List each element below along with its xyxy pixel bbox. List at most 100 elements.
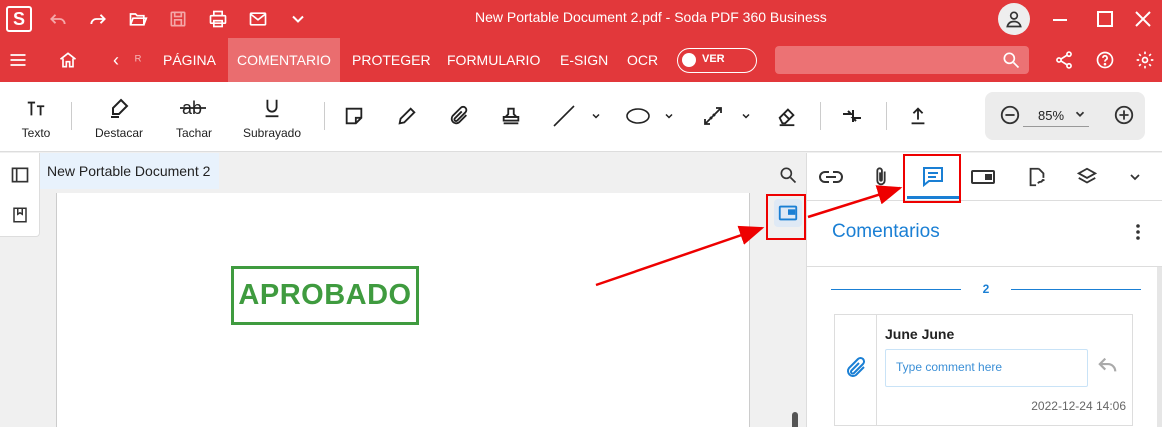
menu-item-proteger[interactable]: PROTEGER [352,38,431,82]
save-icon[interactable] [166,7,190,31]
undo-icon[interactable] [46,7,70,31]
user-avatar[interactable] [998,3,1030,35]
bookmark-icon[interactable] [8,203,32,227]
open-folder-icon[interactable] [126,7,150,31]
toolbar-divider [886,102,887,130]
close-button[interactable] [1130,6,1156,32]
highlight-tool[interactable]: Destacar [88,82,150,152]
window-title: New Portable Document 2.pdf - Soda PDF 3… [475,9,827,25]
attachment-icon [844,356,868,385]
layers-icon[interactable] [1069,161,1105,193]
reply-icon[interactable] [1097,355,1119,380]
toggle-knob [682,53,696,67]
document-scrollbar[interactable] [792,412,798,427]
comment-timestamp: 2022-12-24 14:06 [1031,399,1126,413]
redo-icon[interactable] [86,7,110,31]
flatten-arrows-icon[interactable] [838,102,866,130]
print-icon[interactable] [206,7,230,31]
ellipse-icon[interactable] [623,102,653,130]
view-mode-label: VER [702,53,725,65]
maximize-button[interactable] [1092,6,1118,32]
settings-gear-icon[interactable] [1133,48,1157,72]
text-tool-icon [25,82,47,122]
zoom-select[interactable]: 85% [1023,105,1089,127]
chevron-down-icon[interactable] [659,102,679,130]
approved-stamp[interactable]: APROBADO [231,266,419,325]
comment-input[interactable] [896,350,1086,384]
link-icon[interactable] [813,161,849,193]
sticky-note-icon[interactable] [340,102,368,130]
chevron-down-icon[interactable] [286,7,310,31]
menu-item-comentario[interactable]: COMENTARIO [228,38,340,82]
chevron-down-icon[interactable] [586,102,606,130]
email-icon[interactable] [246,7,270,31]
attachment-icon[interactable] [445,102,473,130]
zoom-out-icon[interactable] [999,104,1021,131]
text-tool-label: Texto [21,126,51,140]
tool-strip [766,153,806,427]
title-bar: S New Portable Document 2.pdf - Soda PDF… [0,0,1162,38]
stamp-icon[interactable] [497,102,525,130]
line-icon[interactable] [550,102,578,130]
zoom-in-icon[interactable] [1113,104,1135,131]
search-icon[interactable] [1001,50,1021,75]
eraser-icon[interactable] [773,102,801,130]
comments-tab-icon[interactable] [907,161,959,199]
comment-input-box [885,349,1088,387]
document-page: APROBADO [56,193,750,427]
menu-scroll-left[interactable]: ‹ [113,38,119,82]
view-mode-toggle[interactable]: VER [677,48,757,73]
more-options-icon[interactable] [1135,223,1141,246]
search-box [775,46,1029,74]
panel-title: Comentarios [832,221,940,242]
pencil-icon[interactable] [393,102,421,130]
highlight-tool-label: Destacar [94,126,144,140]
minimize-button[interactable] [1047,6,1073,32]
help-icon[interactable] [1093,48,1117,72]
chevron-down-icon[interactable] [1117,161,1153,193]
home-icon[interactable] [56,48,80,72]
divider-line [1011,289,1141,290]
chevron-down-icon [1073,106,1087,128]
toolbar-divider [71,102,72,130]
divider-line [831,289,961,290]
comment-count: 2 [982,282,990,296]
toolbar-divider [324,102,325,130]
attachment-icon[interactable] [863,161,899,193]
menu-item-truncated[interactable]: ᴿ [135,38,141,82]
comment-author: June June [885,326,955,342]
share-icon[interactable] [1052,48,1076,72]
left-sidebar-rail [0,153,40,237]
search-input[interactable] [783,50,983,70]
highlighter-icon [107,82,131,122]
strikethrough-icon: ab [180,82,208,122]
panel-view-icon[interactable] [774,199,802,227]
menu-bar: ‹ ᴿ PÁGINA COMENTARIO PROTEGER FORMULARI… [0,38,1162,82]
menu-item-esign[interactable]: E-SIGN [560,38,608,82]
toolbar-divider [820,102,821,130]
measure-icon[interactable] [699,102,727,130]
strikethrough-tool[interactable]: ab Tachar [168,82,220,152]
chevron-down-icon[interactable] [736,102,756,130]
panel-header: Comentarios [807,201,1162,267]
menu-item-formulario[interactable]: FORMULARIO [447,38,540,82]
form-field-icon[interactable] [965,161,1001,193]
zoom-value: 85% [1038,108,1065,123]
comment-toolbar: Texto Destacar ab Tachar Subrayado 85% [0,82,1162,152]
menu-item-ocr[interactable]: OCR [627,38,658,82]
panel-scrollbar[interactable] [1157,267,1162,427]
comment-type-cell [835,315,877,425]
hamburger-menu-icon[interactable] [6,48,30,72]
text-tool[interactable]: Texto [16,82,56,152]
upload-icon[interactable] [904,102,932,130]
signature-document-icon[interactable] [1019,161,1055,193]
strikethrough-tool-label: Tachar [175,126,213,140]
zoom-control: 85% [985,92,1145,140]
underline-tool-label: Subrayado [242,126,302,140]
underline-icon [261,82,283,122]
underline-tool[interactable]: Subrayado [240,82,304,152]
menu-item-pagina[interactable]: PÁGINA [163,38,216,82]
search-icon[interactable] [774,161,802,189]
panel-toggle-icon[interactable] [8,163,32,187]
document-tab[interactable]: New Portable Document 2 [40,153,219,189]
